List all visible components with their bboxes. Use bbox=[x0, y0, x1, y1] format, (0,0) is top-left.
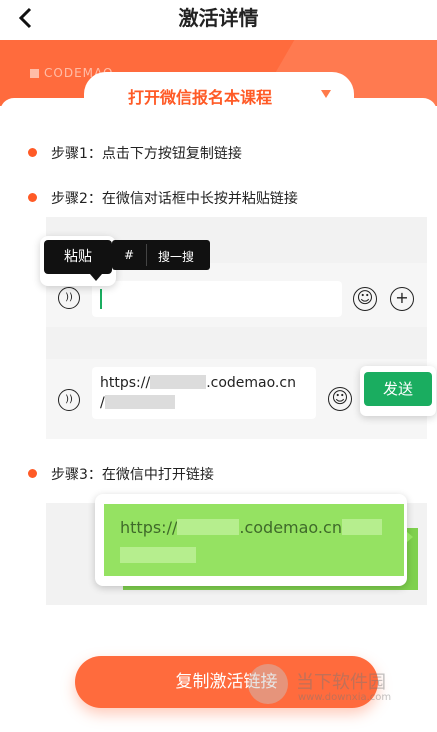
voice-icon: )) bbox=[58, 389, 80, 411]
plus-icon: + bbox=[390, 287, 414, 311]
link-message-bubble: https://.codemao.cn bbox=[95, 494, 413, 586]
link-url-line-1: https://.codemao.cn bbox=[120, 518, 382, 537]
bubble-tail bbox=[407, 532, 413, 542]
page-title: 激活详情 bbox=[178, 6, 259, 30]
message-input-filled: https://.codemao.cn / bbox=[92, 367, 316, 419]
menu-search: 搜一搜 bbox=[158, 250, 195, 264]
emoji-icon: ☺ bbox=[353, 287, 377, 311]
step-1: 步骤1：点击下方按钮复制链接 bbox=[28, 143, 242, 163]
step-2: 步骤2：在微信对话框中长按并粘贴链接 bbox=[28, 188, 298, 208]
watermark-logo-icon bbox=[248, 664, 288, 704]
send-button-illustration: 发送 bbox=[364, 372, 432, 406]
open-wechat-tab: 打开微信报名本课程 bbox=[84, 72, 354, 116]
emoji-icon: ☺ bbox=[328, 387, 352, 411]
link-url-line-2 bbox=[120, 546, 196, 565]
context-menu: # 搜一搜 bbox=[112, 240, 210, 270]
step-2-text: 步骤2：在微信对话框中长按并粘贴链接 bbox=[51, 191, 298, 207]
link-bubble-body: https://.codemao.cn bbox=[104, 504, 404, 576]
bullet-dot-icon bbox=[28, 193, 37, 202]
message-input-empty bbox=[92, 281, 342, 317]
bullet-dot-icon bbox=[28, 469, 37, 478]
watermark-name: 当下软件园 bbox=[296, 672, 386, 693]
step-3-text: 步骤3：在微信中打开链接 bbox=[51, 467, 214, 483]
text-cursor bbox=[100, 289, 102, 309]
pasted-url-line-1: https://.codemao.cn bbox=[100, 375, 296, 391]
tab-label: 打开微信报名本课程 bbox=[128, 88, 273, 107]
bullet-dot-icon bbox=[28, 148, 37, 157]
menu-hash: # bbox=[124, 248, 135, 262]
watermark-url: www.downxia.com bbox=[298, 692, 392, 703]
app-header: 激活详情 bbox=[0, 0, 437, 40]
paste-option: 粘贴 bbox=[44, 240, 112, 274]
pasted-url-line-2: / bbox=[100, 395, 175, 411]
step-3: 步骤3：在微信中打开链接 bbox=[28, 464, 214, 484]
site-watermark: 当下软件园 www.downxia.com bbox=[248, 664, 424, 710]
send-popup: 发送 bbox=[360, 366, 436, 416]
popup-tail bbox=[90, 274, 102, 281]
dropdown-triangle-icon bbox=[321, 90, 331, 98]
voice-icon: )) bbox=[58, 287, 80, 309]
paste-popup: 粘贴 bbox=[40, 236, 116, 286]
step-1-text: 步骤1：点击下方按钮复制链接 bbox=[51, 146, 242, 162]
menu-divider bbox=[146, 244, 147, 266]
